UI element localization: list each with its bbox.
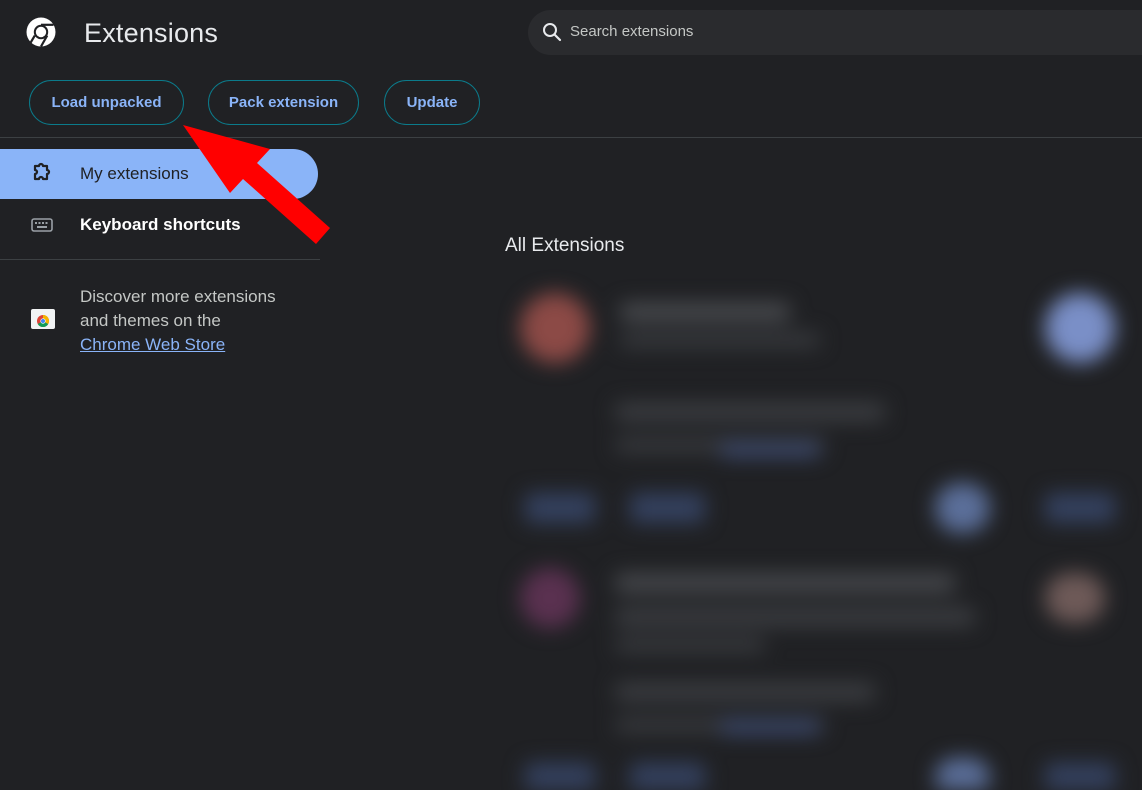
load-unpacked-button[interactable]: Load unpacked bbox=[29, 80, 184, 125]
blurred-extension-cards bbox=[490, 268, 1142, 790]
search-box[interactable]: Search extensions bbox=[528, 10, 1142, 55]
keyboard-icon bbox=[31, 218, 53, 232]
sidebar-divider bbox=[0, 259, 320, 260]
developer-toolbar: Load unpacked Pack extension Update bbox=[0, 70, 1142, 138]
search-input[interactable]: Search extensions bbox=[570, 23, 693, 40]
discover-description: Discover more extensions and themes on t… bbox=[80, 287, 276, 330]
sidebar-item-label: My extensions bbox=[80, 164, 189, 183]
chrome-web-store-icon bbox=[31, 309, 55, 329]
chrome-web-store-link[interactable]: Chrome Web Store bbox=[80, 335, 225, 354]
search-icon bbox=[543, 23, 562, 42]
all-extensions-heading: All Extensions bbox=[505, 235, 625, 256]
page-header: Extensions Search extensions bbox=[0, 0, 1142, 70]
update-button[interactable]: Update bbox=[384, 80, 480, 125]
puzzle-icon bbox=[33, 162, 51, 181]
annotation-arrow-icon bbox=[183, 125, 330, 244]
page-title: Extensions bbox=[84, 18, 219, 48]
chrome-logo-icon bbox=[26, 17, 56, 48]
discover-text: Discover more extensions and themes on t… bbox=[80, 285, 300, 357]
